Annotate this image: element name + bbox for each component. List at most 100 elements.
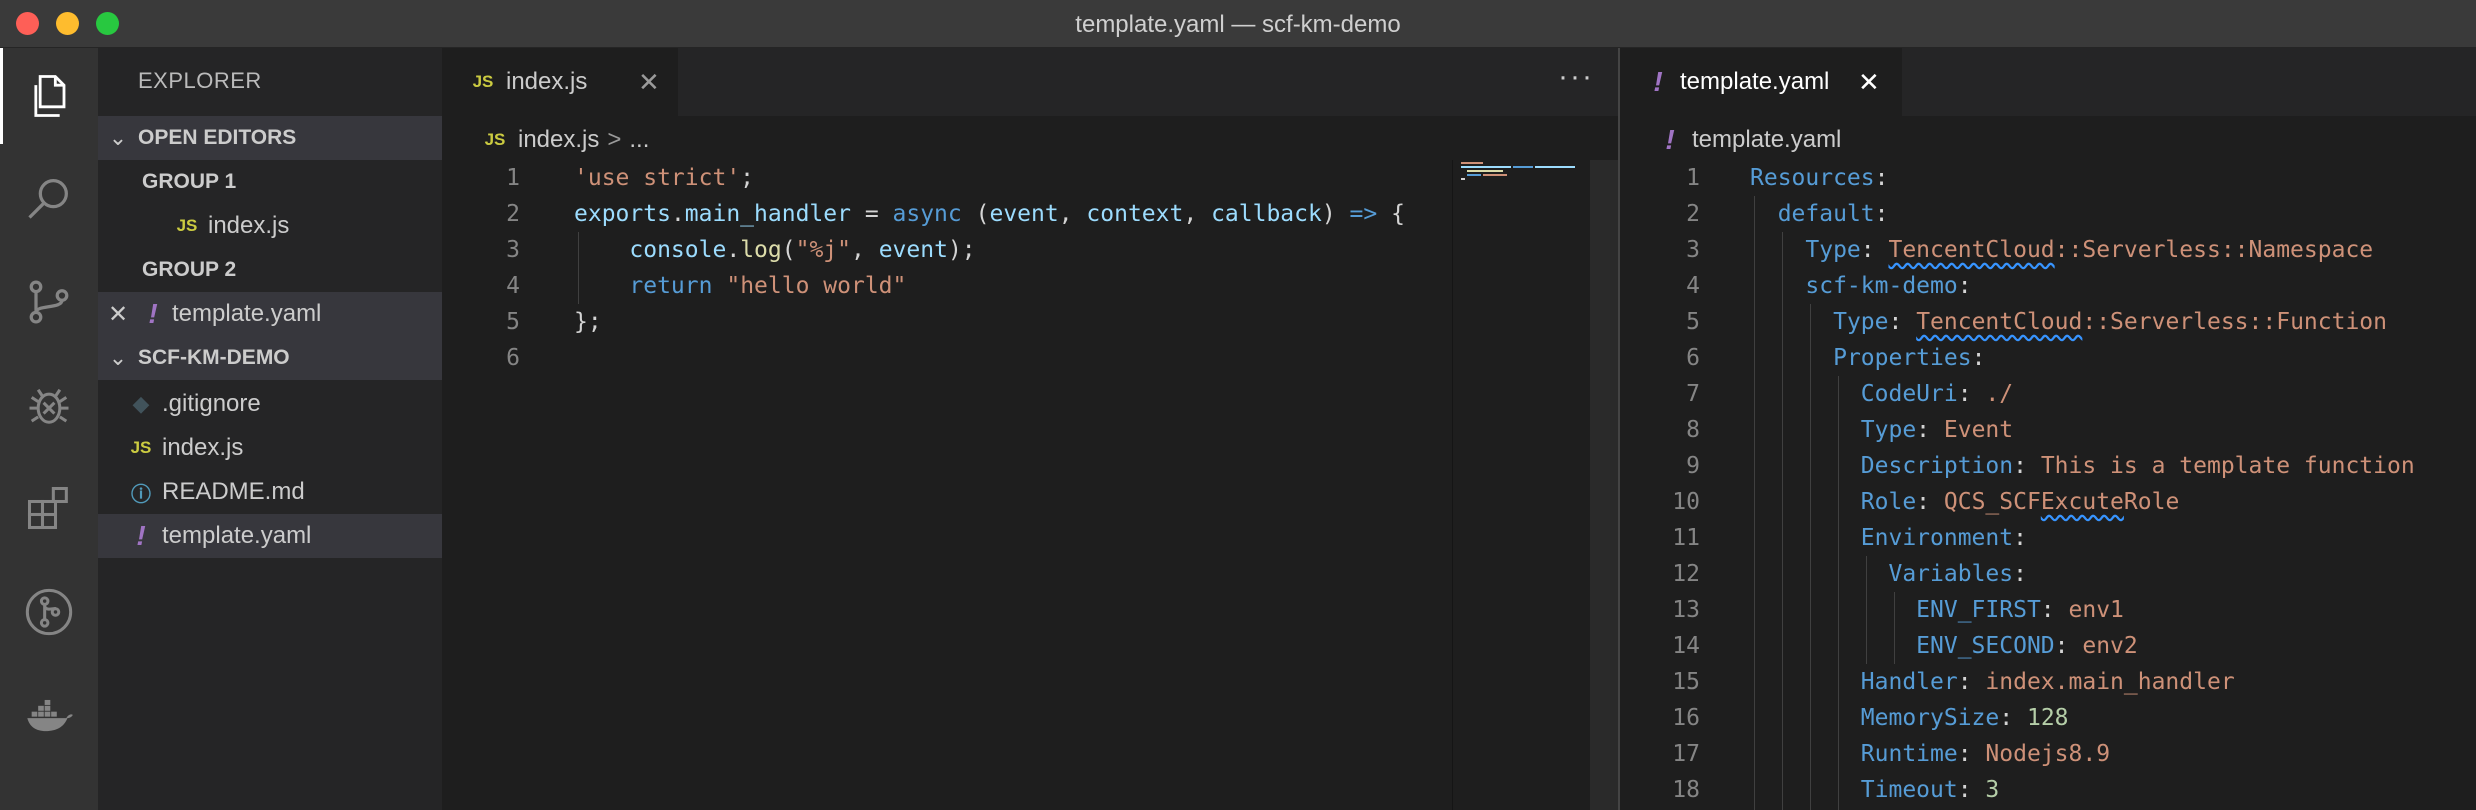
close-icon[interactable]: ✕ <box>1858 67 1880 98</box>
code-token: , <box>850 237 879 263</box>
code-token: ENV_FIRST <box>1916 597 2041 623</box>
code-token: main_handler <box>684 201 851 227</box>
line-number: 4 <box>506 273 520 299</box>
minimap[interactable] <box>1452 160 1590 810</box>
git-graph-icon[interactable] <box>0 564 98 660</box>
line-number: 3 <box>506 237 520 263</box>
code-token: : <box>1916 489 1944 515</box>
code-line[interactable]: Properties: <box>1750 340 1985 376</box>
search-icon[interactable] <box>0 150 98 246</box>
indent-guide <box>1782 232 1783 810</box>
code-token: : <box>1957 273 1972 299</box>
tab-template-yaml[interactable]: ! template.yaml ✕ <box>1620 48 1902 116</box>
line-number: 14 <box>1672 633 1700 659</box>
group-2-label[interactable]: GROUP 2 <box>142 258 236 282</box>
code-line[interactable]: Role: QCS_SCFExcuteRole <box>1750 484 2180 520</box>
line-number: 6 <box>1686 345 1700 371</box>
docker-icon[interactable] <box>0 668 98 764</box>
code-line[interactable]: MemorySize: 128 <box>1750 700 2069 736</box>
code-token: Type <box>1833 309 1889 335</box>
breadcrumb-symbol[interactable]: ... <box>629 126 649 154</box>
code-token: : <box>2054 633 2083 659</box>
group-1-label[interactable]: GROUP 1 <box>142 170 236 194</box>
code-token: 'use strict' <box>574 165 741 191</box>
code-token: : <box>1874 201 1889 227</box>
editor-scrollbar[interactable] <box>1590 160 1618 810</box>
close-icon[interactable]: ✕ <box>98 300 138 329</box>
project-section[interactable]: ⌄ SCF-KM-DEMO <box>98 336 442 380</box>
code-editor-index-js[interactable]: 'use strict'; exports.main_handler = asyn… <box>574 160 1444 810</box>
breadcrumb-file[interactable]: template.yaml <box>1692 126 1841 154</box>
file-gitignore[interactable]: ◆ .gitignore <box>98 382 442 426</box>
open-editors-section[interactable]: ⌄ OPEN EDITORS <box>98 116 442 160</box>
code-line[interactable]: Environment: <box>1750 520 2027 556</box>
code-line[interactable]: Runtime: Nodejs8.9 <box>1750 736 2110 772</box>
line-number: 5 <box>1686 309 1700 335</box>
code-line[interactable]: ENV_FIRST: env1 <box>1750 592 2124 628</box>
editor-tabs-group-2: ! template.yaml ✕ <box>1620 48 2476 116</box>
extensions-icon[interactable] <box>0 460 98 556</box>
debug-icon[interactable] <box>0 358 98 454</box>
code-line[interactable]: }; <box>574 304 602 340</box>
code-line[interactable]: Variables: <box>1750 556 2026 592</box>
file-template-yaml[interactable]: ! template.yaml <box>98 514 442 558</box>
indent-guide <box>1754 196 1755 810</box>
code-line[interactable]: default: <box>1750 196 1889 232</box>
code-line[interactable]: Timeout: 3 <box>1750 772 2000 808</box>
indent-guide <box>1894 592 1895 664</box>
code-token: : <box>1888 309 1917 335</box>
code-line[interactable]: scf-km-demo: <box>1750 268 1972 304</box>
open-editor-index-js[interactable]: JS index.js <box>98 204 442 248</box>
code-line[interactable]: Resources: <box>1750 160 1888 196</box>
code-token: ENV_SECOND <box>1916 633 2055 659</box>
line-number: 16 <box>1672 705 1700 731</box>
close-icon[interactable]: ✕ <box>638 67 660 98</box>
code-line[interactable]: Type: TencentCloud::Serverless::Namespac… <box>1750 232 2373 268</box>
breadcrumb-file[interactable]: index.js <box>518 126 599 154</box>
line-number: 6 <box>506 345 520 371</box>
code-line[interactable]: Description: This is a template function <box>1750 448 2415 484</box>
open-editor-template-yaml[interactable]: ✕ ! template.yaml <box>98 292 442 336</box>
tab-label: index.js <box>506 68 588 95</box>
code-line[interactable]: 'use strict'; <box>574 160 754 196</box>
code-line[interactable]: Handler: index.main_handler <box>1750 664 2235 700</box>
code-token: ; <box>740 165 755 191</box>
code-token: console <box>629 237 727 263</box>
code-line[interactable]: console.log("%j", event); <box>574 232 975 268</box>
code-token: env1 <box>2068 597 2124 623</box>
source-control-icon[interactable] <box>0 254 98 350</box>
tab-index-js[interactable]: JS index.js ✕ <box>442 48 678 116</box>
code-line[interactable]: exports.main_handler = async (event, con… <box>574 196 1405 232</box>
file-label: template.yaml <box>162 522 312 549</box>
chevron-down-icon: ⌄ <box>108 125 128 150</box>
code-token: QCS_SCF <box>1943 489 2041 515</box>
file-label: README.md <box>162 478 305 505</box>
code-editor-template-yaml[interactable]: Resources: default: Type: TencentCloud::… <box>1750 160 2470 810</box>
more-actions-icon[interactable]: ··· <box>1558 60 1594 94</box>
code-token: Excute <box>2040 489 2124 515</box>
code-token: : <box>1860 237 1889 263</box>
code-token: . <box>726 237 741 263</box>
code-token: = <box>850 201 893 227</box>
code-line[interactable]: Type: Event <box>1750 412 2013 448</box>
code-line[interactable]: Type: TencentCloud::Serverless::Function <box>1750 304 2387 340</box>
explorer-icon[interactable] <box>0 48 98 144</box>
js-file-icon: JS <box>484 130 506 149</box>
line-number: 8 <box>1686 417 1700 443</box>
chevron-right-icon: > <box>607 126 622 153</box>
code-token: Event <box>1943 417 2014 443</box>
file-index-js[interactable]: JS index.js <box>98 426 442 470</box>
code-line[interactable]: return "hello world" <box>574 268 906 304</box>
code-token: Handler <box>1860 669 1958 695</box>
code-line[interactable]: ENV_SECOND: env2 <box>1750 628 2138 664</box>
open-editor-label: template.yaml <box>172 300 322 327</box>
file-readme[interactable]: ⓘ README.md <box>98 470 442 514</box>
code-line[interactable]: CodeUri: ./ <box>1750 376 2013 412</box>
